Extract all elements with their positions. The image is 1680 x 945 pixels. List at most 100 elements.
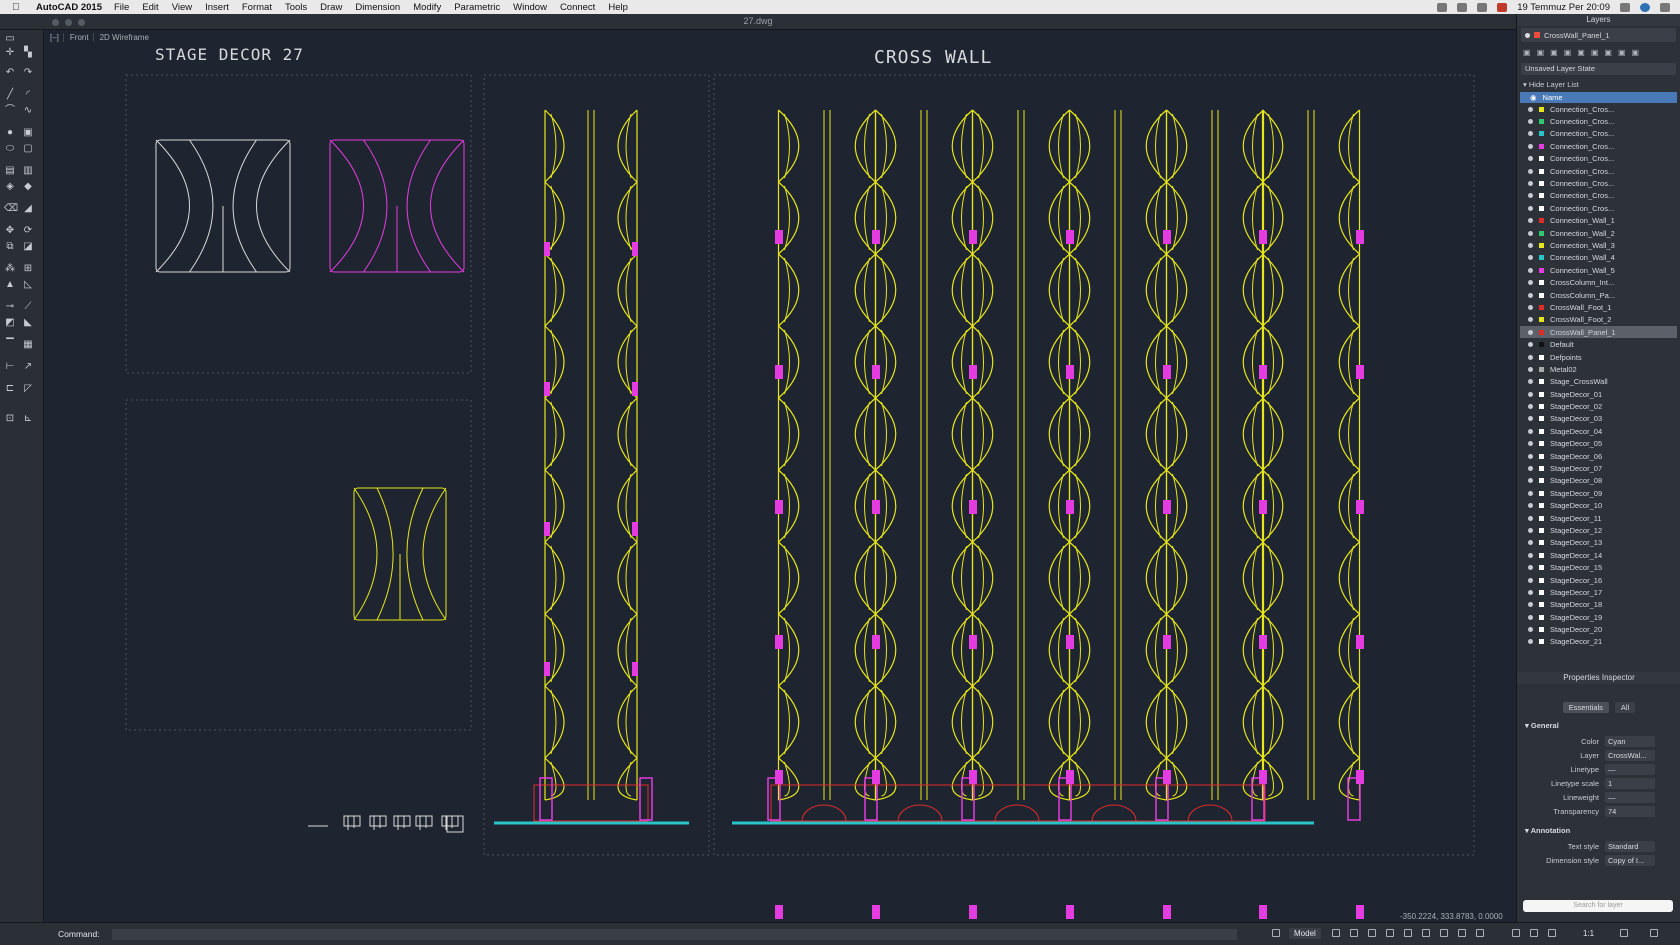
mirror-tool-icon[interactable]: ◪ bbox=[22, 242, 34, 252]
cross-wall-panel-lens[interactable] bbox=[1268, 185, 1274, 251]
cross-wall-panel-lens[interactable] bbox=[1268, 545, 1274, 611]
menu-file[interactable]: File bbox=[114, 2, 129, 13]
cross-wall-panel-lens[interactable] bbox=[1145, 397, 1167, 471]
layer-row[interactable]: Metal02 bbox=[1520, 363, 1677, 375]
layer-visibility-icon[interactable] bbox=[1528, 515, 1533, 521]
cross-column-lens[interactable] bbox=[625, 329, 632, 395]
select-tool-icon[interactable]: ▭ bbox=[4, 34, 16, 44]
rectangle-tool-icon[interactable]: ▣ bbox=[22, 128, 34, 138]
stage-decor-white-curve[interactable] bbox=[189, 139, 214, 273]
cross-wall-panel-lens[interactable] bbox=[1166, 325, 1188, 399]
column-foot-frame[interactable] bbox=[533, 784, 649, 822]
layer-color-swatch[interactable] bbox=[1539, 193, 1544, 199]
cross-wall-panel-lens[interactable] bbox=[881, 329, 887, 395]
layer-freeze-icon[interactable]: ▣ bbox=[1604, 48, 1612, 57]
cross-wall-panel-lens[interactable] bbox=[1058, 257, 1064, 323]
cross-wall-panel-lens[interactable] bbox=[784, 185, 790, 251]
spotlight-icon[interactable] bbox=[1620, 2, 1630, 12]
layer-row[interactable]: Connection_Cros... bbox=[1520, 103, 1677, 115]
cross-wall-panel-lens[interactable] bbox=[1069, 541, 1091, 615]
cross-wall-panel-lens[interactable] bbox=[1166, 541, 1188, 615]
cross-wall-panel-lens[interactable] bbox=[1268, 617, 1274, 683]
layer-visibility-icon[interactable] bbox=[1528, 627, 1533, 633]
layer-color-swatch[interactable] bbox=[1539, 589, 1544, 595]
cross-wall-panel-lens[interactable] bbox=[1058, 617, 1064, 683]
layer-visibility-icon[interactable] bbox=[1528, 193, 1533, 199]
layer-visibility-icon[interactable] bbox=[1528, 577, 1533, 583]
layer-row[interactable]: StageDecor_06 bbox=[1520, 450, 1677, 462]
layer-color-swatch[interactable] bbox=[1539, 428, 1544, 434]
menu-window[interactable]: Window bbox=[513, 2, 547, 13]
cross-wall-panel-lens[interactable] bbox=[1155, 545, 1161, 611]
wall-connector[interactable] bbox=[1066, 500, 1074, 514]
wall-connector[interactable] bbox=[1356, 905, 1364, 919]
layer-color-swatch[interactable] bbox=[1539, 205, 1544, 211]
annotation-scale[interactable]: 1:1 bbox=[1583, 929, 1594, 938]
customization-icon[interactable] bbox=[1650, 929, 1658, 937]
layer-color-swatch[interactable] bbox=[1539, 342, 1544, 348]
layer-visibility-icon[interactable] bbox=[1528, 230, 1533, 236]
cross-wall-panel-lens[interactable] bbox=[1262, 541, 1284, 615]
cross-wall-panel-lens[interactable] bbox=[1252, 329, 1258, 395]
cross-column-lens[interactable] bbox=[625, 689, 632, 755]
cross-wall-panel-lens[interactable] bbox=[1242, 397, 1264, 471]
cross-wall-panel-lens[interactable] bbox=[1348, 401, 1354, 467]
layer-row[interactable]: Connection_Cros... bbox=[1520, 190, 1677, 202]
layer-color-swatch[interactable] bbox=[1539, 317, 1544, 323]
name-column-header[interactable]: Name bbox=[1543, 93, 1563, 102]
cross-wall-panel-lens[interactable] bbox=[961, 185, 967, 251]
wifi-icon[interactable] bbox=[1457, 2, 1468, 12]
cross-wall-panel-lens[interactable] bbox=[881, 401, 887, 467]
cross-wall-panel-lens[interactable] bbox=[1069, 613, 1091, 687]
layer-color-swatch[interactable] bbox=[1539, 168, 1544, 174]
menu-parametric[interactable]: Parametric bbox=[454, 2, 500, 13]
annotation-visibility-icon[interactable] bbox=[1512, 929, 1520, 937]
model-space-button[interactable]: Model bbox=[1289, 928, 1321, 939]
cross-wall-panel-lens[interactable] bbox=[1145, 685, 1167, 759]
cross-column-lens[interactable] bbox=[550, 473, 557, 539]
cross-column-lens[interactable] bbox=[550, 617, 557, 683]
cross-wall-panel-lens[interactable] bbox=[1268, 401, 1274, 467]
cross-wall-panel-lens[interactable] bbox=[1172, 617, 1178, 683]
grid-array-icon[interactable]: ⊞ bbox=[22, 264, 34, 274]
cross-wall-panel-lens[interactable] bbox=[1075, 545, 1081, 611]
cross-wall-panel-lens[interactable] bbox=[778, 253, 800, 327]
layer-row[interactable]: Connection_Cros... bbox=[1520, 128, 1677, 140]
layer-visibility-icon[interactable] bbox=[1528, 205, 1533, 211]
cross-wall-panel-lens[interactable] bbox=[1338, 613, 1360, 687]
cross-wall-panel-lens[interactable] bbox=[875, 253, 897, 327]
layer-visibility-icon[interactable] bbox=[1528, 143, 1533, 149]
cross-wall-panel-lens[interactable] bbox=[1058, 545, 1064, 611]
delete-layer-icon[interactable]: ▣ bbox=[1537, 48, 1545, 57]
current-layer-dropdown[interactable]: CrossWall_Panel_1 bbox=[1521, 28, 1676, 42]
cross-wall-panel-lens[interactable] bbox=[881, 257, 887, 323]
cross-wall-panel-lens[interactable] bbox=[1242, 613, 1264, 687]
menu-help[interactable]: Help bbox=[608, 2, 628, 13]
cross-wall-panel-lens[interactable] bbox=[784, 617, 790, 683]
menu-insert[interactable]: Insert bbox=[205, 2, 229, 13]
otrack-icon[interactable] bbox=[1404, 929, 1412, 937]
layer-isolate-icon[interactable]: ▣ bbox=[1591, 48, 1599, 57]
layer-visibility-icon[interactable] bbox=[1528, 366, 1533, 372]
cross-wall-panel-lens[interactable] bbox=[1262, 397, 1284, 471]
block-symbol[interactable] bbox=[415, 815, 433, 830]
layer-visibility-icon[interactable] bbox=[1528, 329, 1533, 335]
cross-wall-panel-lens[interactable] bbox=[951, 541, 973, 615]
cross-wall-panel-lens[interactable] bbox=[864, 257, 870, 323]
cross-wall-panel-lens[interactable] bbox=[951, 397, 973, 471]
layer-row[interactable]: StageDecor_21 bbox=[1520, 636, 1677, 648]
column-connector[interactable] bbox=[544, 522, 550, 536]
cross-wall-panel-lens[interactable] bbox=[1262, 685, 1284, 759]
cross-wall-panel-lens[interactable] bbox=[778, 109, 800, 183]
cross-wall-panel-lens[interactable] bbox=[784, 113, 790, 179]
cross-wall-panel-lens[interactable] bbox=[1348, 617, 1354, 683]
cross-wall-panel-lens[interactable] bbox=[1262, 253, 1284, 327]
cross-wall-panel-lens[interactable] bbox=[1338, 541, 1360, 615]
cross-wall-panel-lens[interactable] bbox=[1268, 473, 1274, 539]
cross-wall-panel-lens[interactable] bbox=[1262, 613, 1284, 687]
block-symbol[interactable] bbox=[393, 815, 411, 830]
apple-icon[interactable]:  bbox=[12, 2, 28, 13]
cross-wall-panel-lens[interactable] bbox=[854, 541, 876, 615]
layer-visibility-icon[interactable] bbox=[1528, 416, 1533, 422]
wall-connector[interactable] bbox=[872, 635, 880, 649]
